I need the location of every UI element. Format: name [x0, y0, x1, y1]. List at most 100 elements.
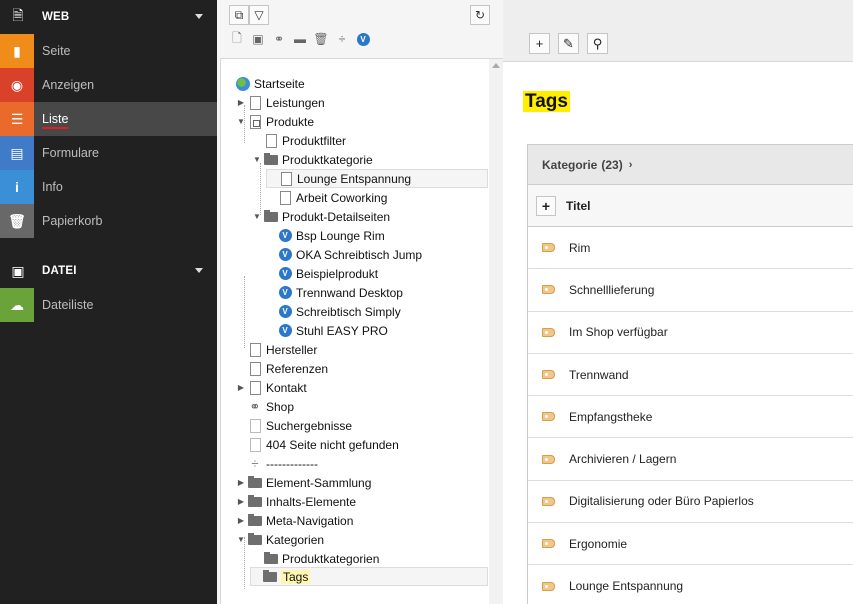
tree-node-produktkategorien[interactable]: Produktkategorien	[252, 549, 379, 568]
tree-node-shop[interactable]: ⚭ Shop	[236, 397, 294, 416]
tree-node-referenzen[interactable]: Referenzen	[236, 359, 328, 378]
tree-node-label: Startseite	[254, 76, 305, 91]
doctype-recycler-icon[interactable]: 🗑	[313, 31, 329, 47]
row-title[interactable]: Digitalisierung oder Büro Papierlos	[569, 494, 754, 508]
table-row[interactable]: Rim	[528, 227, 853, 270]
row-title[interactable]: Lounge Entspannung	[569, 579, 683, 593]
tree-node-divider[interactable]: ÷ -------------	[236, 454, 318, 473]
new-page-icon[interactable]: ⧉	[229, 5, 249, 25]
doctype-link-icon[interactable]: ⚭	[271, 31, 287, 47]
table-row[interactable]: Im Shop verfügbar	[528, 312, 853, 354]
tree-node-404[interactable]: 404 Seite nicht gefunden	[236, 435, 399, 454]
table-row[interactable]: Trennwand	[528, 354, 853, 397]
expand-icon[interactable]: ▶	[236, 93, 246, 112]
tree-node-label: Arbeit Coworking	[296, 190, 388, 205]
module-formulare[interactable]: ▤ Formulare	[0, 136, 217, 170]
doctype-folder-icon[interactable]: ▬	[292, 31, 308, 47]
row-title[interactable]: Archivieren / Lagern	[569, 452, 676, 466]
table-row[interactable]: Ergonomie	[528, 523, 853, 566]
table-header-kategorie[interactable]: Kategorie (23) ›	[528, 145, 853, 185]
tree-node-product[interactable]: V Bsp Lounge Rim	[266, 226, 385, 245]
table-row[interactable]: Schnelllieferung	[528, 269, 853, 312]
search-icon[interactable]: ⚲	[587, 33, 608, 54]
tree-node-label: 404 Seite nicht gefunden	[266, 437, 399, 452]
tree-node-arbeit-coworking[interactable]: Arbeit Coworking	[266, 188, 387, 207]
row-title[interactable]: Im Shop verfügbar	[569, 325, 668, 339]
tag-icon	[542, 496, 555, 506]
page-icon	[279, 171, 293, 187]
collapse-icon[interactable]: ▼	[252, 150, 262, 169]
table-row[interactable]: Empfangstheke	[528, 396, 853, 439]
module-group-datei[interactable]: ▣ DATEI	[0, 254, 217, 288]
tree-node-kategorien[interactable]: ▼ Kategorien	[236, 530, 324, 549]
table-row[interactable]: Digitalisierung oder Büro Papierlos	[528, 481, 853, 524]
tree-node-label: Produkt-Detailseiten	[282, 209, 391, 224]
expand-icon[interactable]: ▶	[236, 378, 246, 397]
tree-node-produktfilter[interactable]: Produktfilter	[252, 131, 346, 150]
tree-node-lounge-entspannung[interactable]: Lounge Entspannung	[266, 169, 488, 188]
module-anzeigen[interactable]: ◉ Anzeigen	[0, 68, 217, 102]
tree-node-label: Shop	[266, 399, 295, 414]
tree-node-meta-navigation[interactable]: ▶ Meta-Navigation	[236, 511, 353, 530]
edit-page-icon[interactable]: ✎	[558, 33, 579, 54]
module-seite[interactable]: ▮ Seite	[0, 34, 217, 68]
module-liste[interactable]: ☰ Liste	[0, 102, 217, 136]
tree-node-product[interactable]: V Schreibtisch Simply	[266, 302, 401, 321]
row-title[interactable]: Empfangstheke	[569, 410, 652, 424]
collapse-icon[interactable]: ▼	[252, 207, 262, 226]
tag-icon	[542, 285, 555, 295]
doctype-divider-icon[interactable]: ÷	[334, 31, 350, 47]
row-title[interactable]: Rim	[569, 241, 590, 255]
expand-icon[interactable]: ▶	[236, 492, 246, 511]
column-label[interactable]: Titel	[566, 199, 590, 213]
page-icon	[248, 342, 262, 358]
scroll-up-icon[interactable]	[492, 63, 500, 68]
tree-node-leistungen[interactable]: ▶ Leistungen	[236, 93, 325, 112]
tree-node-startseite[interactable]: Startseite	[224, 74, 305, 93]
row-title[interactable]: Trennwand	[569, 368, 629, 382]
tag-icon	[542, 454, 555, 464]
collapse-icon[interactable]: ▼	[236, 530, 246, 549]
tree-node-product[interactable]: V Stuhl EASY PRO	[266, 321, 388, 340]
tree-node-inhalts-elemente[interactable]: ▶ Inhalts-Elemente	[236, 492, 356, 511]
page-icon	[264, 133, 278, 149]
row-title[interactable]: Ergonomie	[569, 537, 627, 551]
tree-node-tags[interactable]: Tags	[250, 567, 488, 586]
tree-node-product[interactable]: V Beispielprodukt	[266, 264, 378, 283]
tree-node-product[interactable]: V OKA Schreibtisch Jump	[266, 245, 422, 264]
tag-icon	[542, 370, 555, 380]
doctype-product-icon[interactable]: V	[355, 31, 371, 47]
tag-icon	[542, 581, 555, 591]
table-row[interactable]: Archivieren / Lagern	[528, 438, 853, 481]
add-record-button[interactable]: +	[536, 195, 556, 216]
table-row[interactable]: Lounge Entspannung	[528, 565, 853, 604]
tree-node-element-sammlung[interactable]: ▶ Element-Sammlung	[236, 473, 371, 492]
tree-node-kontakt[interactable]: ▶ Kontakt	[236, 378, 307, 397]
records-table: Kategorie (23) › + Titel Rim Schnelllief…	[527, 144, 853, 604]
filelist-icon: ☁	[0, 288, 34, 322]
add-icon[interactable]: +	[529, 33, 550, 54]
module-info[interactable]: i Info	[0, 170, 217, 204]
filter-icon[interactable]: ▽	[249, 5, 269, 25]
tree-node-produkt-detailseiten[interactable]: ▼ Produkt-Detailseiten	[252, 207, 390, 226]
module-papierkorb[interactable]: 🗑 Papierkorb	[0, 204, 217, 238]
page-module-icon: ▮	[0, 34, 34, 68]
row-title[interactable]: Schnelllieferung	[569, 283, 654, 297]
module-group-web[interactable]: 🗎 WEB	[0, 0, 217, 34]
tree-node-label: OKA Schreibtisch Jump	[296, 247, 423, 262]
module-dateiliste[interactable]: ☁ Dateiliste	[0, 288, 217, 322]
tree-node-produktkategorie[interactable]: ▼ Produktkategorie	[252, 150, 373, 169]
product-icon: V	[278, 266, 292, 282]
tree-node-produkte[interactable]: ▼ Produkte	[236, 112, 314, 131]
doctype-page-icon[interactable]: 🗋	[229, 31, 245, 47]
tree-node-suchergebnisse[interactable]: Suchergebnisse	[236, 416, 352, 435]
refresh-icon[interactable]: ↻	[470, 5, 490, 25]
expand-icon[interactable]: ▶	[236, 511, 246, 530]
doctype-subpage-icon[interactable]: ▣	[250, 31, 266, 47]
expand-icon[interactable]: ▶	[236, 473, 246, 492]
tree-node-hersteller[interactable]: Hersteller	[236, 340, 317, 359]
tree-node-product[interactable]: V Trennwand Desktop	[266, 283, 403, 302]
collapse-icon[interactable]: ▼	[236, 112, 246, 131]
folder-icon	[248, 475, 262, 491]
tree-scrollbar[interactable]	[489, 59, 503, 604]
